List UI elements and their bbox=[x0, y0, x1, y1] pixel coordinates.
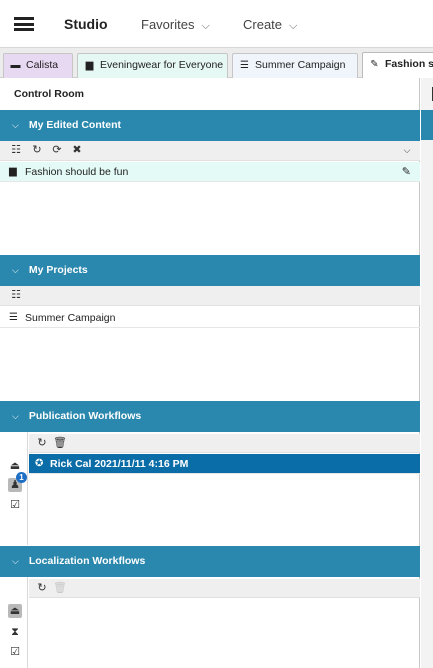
trash-icon: 🗑 bbox=[53, 582, 67, 594]
workflow-row[interactable]: ✪ Rick Cal 2021/11/11 4:16 PM bbox=[29, 454, 420, 474]
trash-icon[interactable]: 🗑 bbox=[53, 436, 67, 450]
create-label: Create bbox=[243, 17, 283, 32]
list-item[interactable]: ▆ Fashion should be fun ✎ bbox=[0, 162, 420, 182]
workflow-filter-column: ⏏ ⧗ ☑ bbox=[0, 577, 28, 668]
chevron-down-icon: ⌵ bbox=[12, 265, 19, 275]
section-title: Publication Workflows bbox=[28, 410, 142, 422]
chevron-down-icon: ⌵ bbox=[12, 120, 19, 130]
editor-edge bbox=[421, 78, 433, 668]
refresh-icon[interactable]: ↻ bbox=[35, 436, 49, 450]
close-document-icon[interactable]: ✖ bbox=[70, 143, 84, 157]
hamburger-icon[interactable] bbox=[14, 17, 34, 31]
create-menu[interactable]: Create ⌵ bbox=[243, 17, 297, 33]
item-label: Fashion should be fun bbox=[25, 166, 129, 178]
section-localization-workflows[interactable]: ⌵ Localization Workflows bbox=[0, 546, 420, 577]
section-title: My Edited Content bbox=[28, 119, 121, 131]
tab-label: Calista bbox=[26, 59, 59, 71]
tab-fashion-active[interactable]: ✎ Fashion sh bbox=[362, 52, 433, 79]
chevron-down-icon: ⌵ bbox=[12, 411, 19, 421]
tab-calista[interactable]: ▬ Calista bbox=[3, 53, 73, 78]
section-my-projects[interactable]: ⌵ My Projects bbox=[0, 255, 420, 286]
app-brand[interactable]: Studio bbox=[64, 16, 108, 32]
section-title: Localization Workflows bbox=[28, 555, 146, 567]
chevron-down-icon: ⌵ bbox=[289, 20, 298, 32]
publication-toolbar: ↻ 🗑 bbox=[29, 434, 420, 453]
chevron-down-icon[interactable]: ⌵ bbox=[400, 143, 414, 157]
localization-toolbar: ↻ 🗑 bbox=[29, 579, 420, 598]
count-badge: 1 bbox=[16, 472, 27, 483]
list-icon: ☰ bbox=[240, 60, 249, 71]
favorites-label: Favorites bbox=[141, 17, 195, 32]
chevron-down-icon: ⌵ bbox=[12, 556, 19, 566]
inbox-icon[interactable]: ⏏ bbox=[8, 604, 22, 618]
workflow-label: Rick Cal 2021/11/11 4:16 PM bbox=[50, 458, 189, 470]
user-card-icon: ▬ bbox=[10, 60, 21, 71]
section-my-edited-content[interactable]: ⌵ My Edited Content bbox=[0, 110, 420, 141]
favorites-menu[interactable]: Favorites ⌵ bbox=[141, 17, 210, 33]
list-item[interactable]: ☰ Summer Campaign bbox=[0, 308, 420, 328]
pencil-icon: ✎ bbox=[370, 59, 379, 70]
control-room-title: Control Room bbox=[14, 88, 84, 100]
projects-toolbar: ☷ bbox=[0, 286, 420, 306]
pencil-icon[interactable]: ✎ bbox=[402, 162, 411, 182]
top-bar: Studio Favorites ⌵ Create ⌵ bbox=[0, 0, 433, 48]
refresh-all-icon[interactable]: ⟳ bbox=[50, 143, 64, 157]
chevron-down-icon: ⌵ bbox=[201, 20, 210, 32]
tab-label: Eveningwear for Everyone bbox=[100, 59, 224, 71]
workflow-icon: ✪ bbox=[35, 458, 44, 469]
list-add-icon[interactable]: ☷ bbox=[9, 288, 23, 302]
tab-summer-campaign[interactable]: ☰ Summer Campaign bbox=[232, 53, 358, 78]
editor-header-edge bbox=[421, 110, 433, 140]
list-icon: ☰ bbox=[9, 312, 18, 323]
tab-label: Fashion sh bbox=[385, 58, 433, 70]
list-add-icon[interactable]: ☷ bbox=[9, 143, 23, 157]
hourglass-icon[interactable]: ⧗ bbox=[8, 625, 22, 639]
checkbox-icon[interactable]: ☑ bbox=[8, 498, 22, 512]
refresh-icon[interactable]: ↻ bbox=[35, 581, 49, 595]
item-label: Summer Campaign bbox=[25, 312, 116, 324]
tab-label: Summer Campaign bbox=[255, 59, 346, 71]
tab-eveningwear[interactable]: ▆ Eveningwear for Everyone bbox=[77, 53, 228, 78]
section-title: My Projects bbox=[28, 264, 88, 276]
tab-strip: ▬ Calista ▆ Eveningwear for Everyone ☰ Summ… bbox=[0, 48, 433, 79]
edited-content-toolbar: ☷ ↻ ⟳ ✖ ⌵ bbox=[0, 141, 420, 161]
section-publication-workflows[interactable]: ⌵ Publication Workflows bbox=[0, 401, 420, 432]
checkbox-icon[interactable]: ☑ bbox=[8, 645, 22, 659]
inbox-icon[interactable]: ⏏ bbox=[8, 459, 22, 473]
document-icon: ▆ bbox=[85, 60, 94, 71]
workflow-filter-column: ⏏ ♟ 1 ☑ bbox=[0, 432, 28, 545]
refresh-icon[interactable]: ↻ bbox=[30, 143, 44, 157]
control-room-panel: Control Room ⌵ My Edited Content ☷ ↻ ⟳ ✖ … bbox=[0, 78, 420, 668]
document-icon: ▆ bbox=[9, 166, 17, 177]
